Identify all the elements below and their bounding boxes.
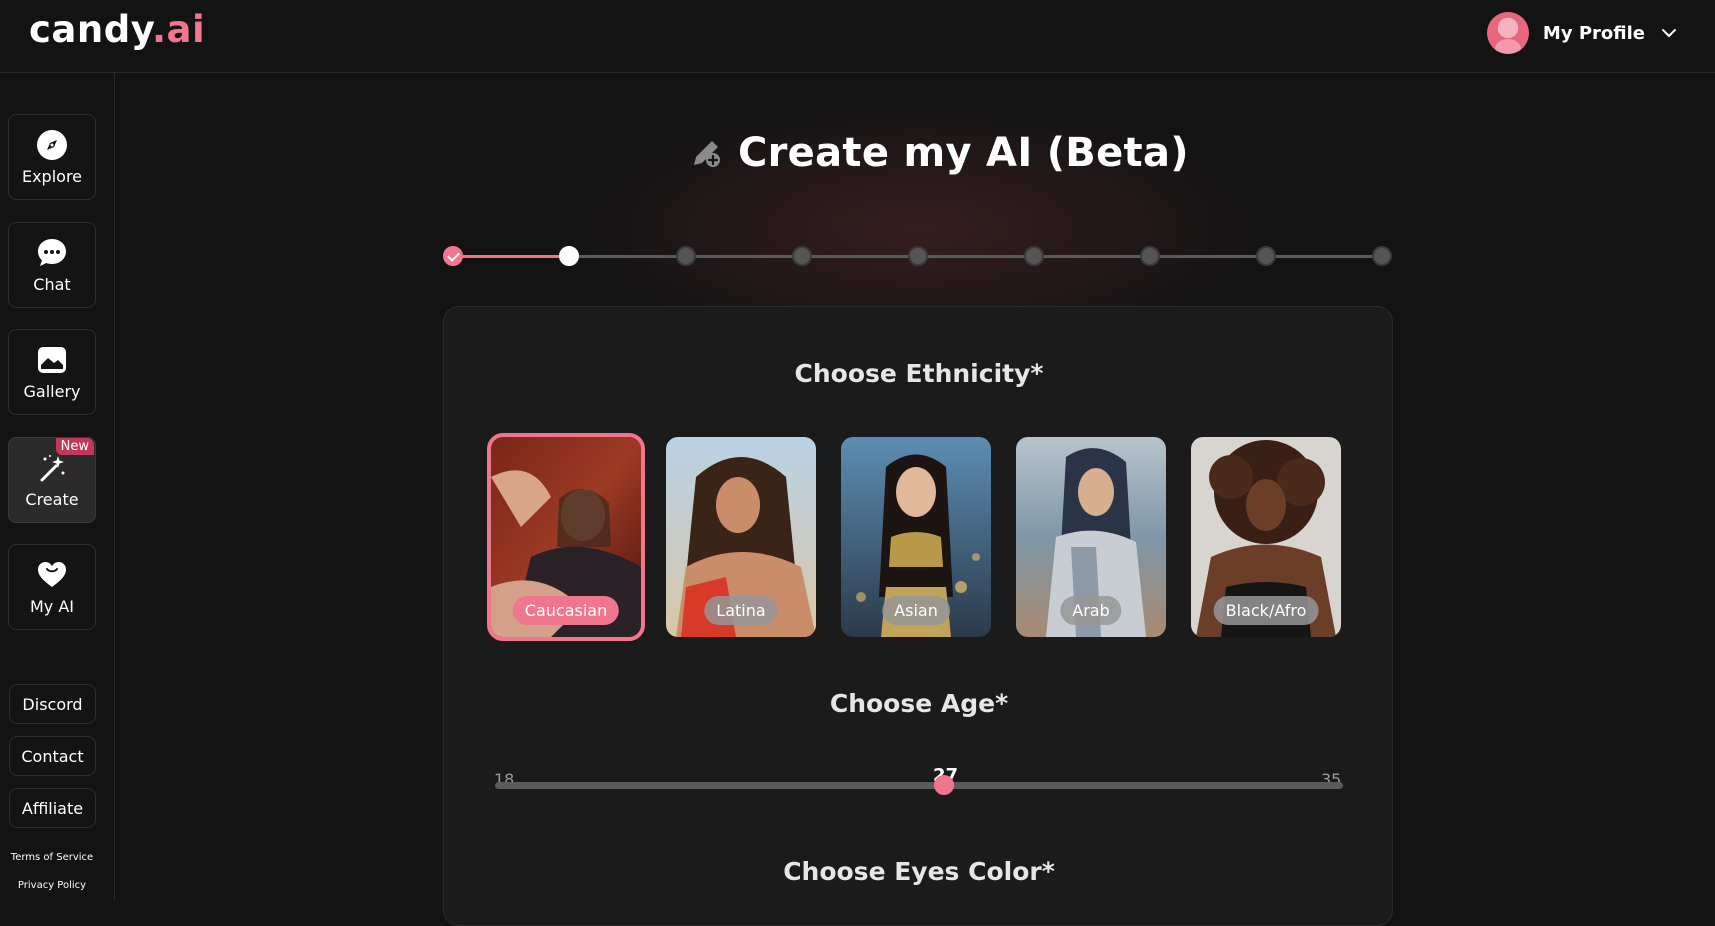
sidebar-item-label: Create: [25, 489, 79, 509]
age-slider[interactable]: [495, 775, 1343, 795]
ethnicity-title: Choose Ethnicity*: [794, 359, 1044, 388]
ethnicity-label: Arab: [1060, 596, 1122, 625]
sidebar-item-label: Explore: [21, 166, 83, 186]
ethnicity-label: Caucasian: [512, 596, 620, 625]
age-title: Choose Age*: [829, 689, 1009, 718]
stepper-progress-line: [453, 255, 570, 258]
logo[interactable]: candy.ai: [29, 8, 205, 51]
page-title: Create my AI (Beta): [738, 130, 1189, 176]
sidebar-item-explore[interactable]: Explore: [8, 114, 96, 200]
top-bar: candy.ai My Profile: [0, 0, 1715, 73]
ethnicity-option-asian[interactable]: Asian: [841, 437, 991, 637]
age-slider-track[interactable]: [495, 782, 1343, 789]
privacy-link[interactable]: Privacy Policy: [0, 880, 104, 891]
age-slider-thumb[interactable]: [933, 775, 954, 795]
sidebar-item-label: My AI: [29, 596, 75, 616]
chevron-down-icon[interactable]: [1659, 23, 1679, 43]
ethnicity-option-arab[interactable]: Arab: [1016, 437, 1166, 637]
page-header: Create my AI (Beta): [688, 130, 1189, 176]
step-6[interactable]: [1024, 246, 1044, 266]
step-4[interactable]: [792, 246, 812, 266]
sidebar-item-gallery[interactable]: Gallery: [8, 329, 96, 415]
step-1[interactable]: [443, 246, 463, 266]
step-2[interactable]: [559, 246, 579, 266]
profile-label: My Profile: [1542, 22, 1645, 44]
profile-menu[interactable]: My Profile: [1486, 12, 1679, 54]
ethnicity-option-black-afro[interactable]: Black/Afro: [1191, 437, 1341, 637]
discord-link[interactable]: Discord: [9, 684, 96, 724]
new-badge: New: [55, 438, 94, 455]
create-form-panel: Choose Ethnicity* Caucasian Latina Asian…: [443, 306, 1393, 926]
sidebar-item-chat[interactable]: Chat: [8, 222, 96, 308]
terms-link[interactable]: Terms of Service: [0, 852, 104, 863]
logo-suffix: .ai: [151, 8, 206, 51]
step-5[interactable]: [908, 246, 928, 266]
ethnicity-label: Latina: [704, 596, 778, 625]
pencil-plus-icon: [694, 141, 720, 167]
magic-wand-icon: [36, 452, 68, 484]
sidebar-item-my-ai[interactable]: My AI: [8, 544, 96, 630]
step-7[interactable]: [1140, 246, 1160, 266]
step-8[interactable]: [1256, 246, 1276, 266]
contact-link[interactable]: Contact: [9, 736, 96, 776]
ethnicity-option-caucasian[interactable]: Caucasian: [487, 433, 645, 641]
avatar[interactable]: [1486, 12, 1529, 54]
sidebar: Explore Chat Gallery New Create My AI Di…: [0, 73, 115, 901]
sidebar-item-label: Gallery: [23, 381, 81, 401]
progress-stepper: [443, 244, 1393, 268]
affiliate-link[interactable]: Affiliate: [9, 788, 96, 828]
ethnicity-label: Asian: [882, 596, 950, 625]
step-3[interactable]: [676, 246, 696, 266]
sidebar-item-label: Chat: [33, 274, 71, 294]
logo-main: candy: [29, 8, 152, 51]
image-icon: [36, 344, 68, 376]
chat-bubble-icon: [36, 237, 68, 269]
ethnicity-option-latina[interactable]: Latina: [666, 437, 816, 637]
heart-icon: [36, 559, 68, 591]
step-9[interactable]: [1372, 246, 1392, 266]
sidebar-item-create[interactable]: New Create: [8, 437, 96, 523]
eyes-color-title: Choose Eyes Color*: [783, 857, 1055, 886]
compass-icon: [36, 129, 68, 161]
ethnicity-label: Black/Afro: [1213, 596, 1319, 625]
